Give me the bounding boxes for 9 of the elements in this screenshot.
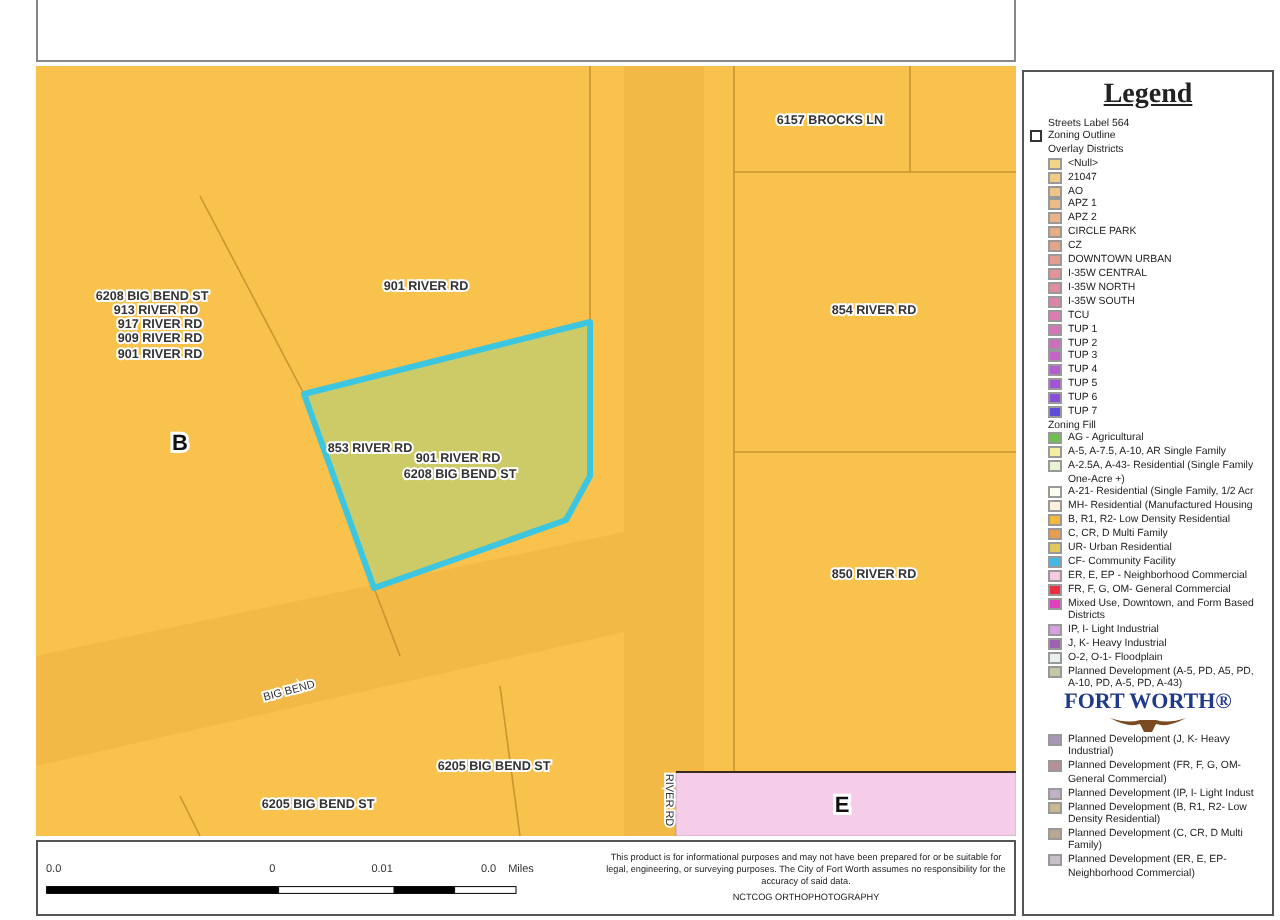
parcel-boundary xyxy=(373,587,401,657)
selected-parcel[interactable] xyxy=(301,319,593,591)
zone-label: B xyxy=(172,432,188,456)
longhorn-icon xyxy=(1108,714,1188,735)
outline-swatch xyxy=(1030,130,1042,143)
logo-text: FORT WORTH® xyxy=(1064,692,1232,715)
parcel-boundary xyxy=(179,795,201,836)
legend-title: Legend xyxy=(1101,80,1195,112)
zone-label: E xyxy=(834,794,850,818)
